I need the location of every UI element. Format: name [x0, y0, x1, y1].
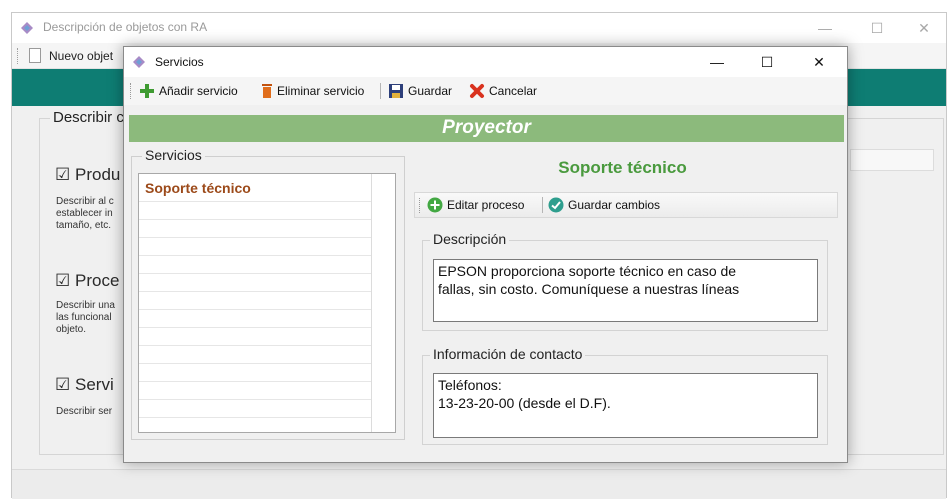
save-label: Guardar	[408, 84, 453, 98]
services-list[interactable]: Soporte técnico	[138, 173, 396, 433]
main-close-button[interactable]: ✕	[901, 13, 947, 43]
cancel-label: Cancelar	[489, 84, 538, 98]
new-document-icon	[29, 48, 41, 63]
toolbar-separator	[380, 83, 381, 99]
main-input-strip[interactable]	[850, 149, 934, 171]
dialog-title-bar: Servicios — ☐ ✕	[124, 47, 847, 77]
new-object-button[interactable]: Nuevo objet	[49, 49, 113, 63]
edit-process-label: Editar proceso	[447, 198, 525, 212]
describe-group-label: Describir c	[50, 109, 127, 126]
add-service-button[interactable]: Añadir servicio	[139, 81, 238, 101]
list-row-empty	[139, 202, 371, 220]
cancel-button[interactable]: Cancelar	[469, 81, 537, 101]
delete-service-button[interactable]: Eliminar servicio	[261, 81, 364, 101]
list-row-empty	[139, 238, 371, 256]
list-row-empty	[139, 310, 371, 328]
list-row-empty	[139, 382, 371, 400]
toolbar-separator	[542, 197, 543, 213]
product-checkbox[interactable]: ☑ Produ	[55, 165, 120, 185]
toolbar-grip[interactable]	[419, 198, 422, 213]
delete-service-label: Eliminar servicio	[277, 84, 365, 98]
save-changes-button[interactable]: Guardar cambios	[548, 195, 660, 215]
plus-icon	[140, 84, 154, 98]
product-label: Produ	[74, 165, 121, 184]
description-textarea[interactable]: EPSON proporciona soporte técnico en cas…	[433, 259, 818, 322]
dialog-toolbar: Añadir servicio Eliminar servicio Guarda…	[124, 77, 847, 105]
services-label: Servi	[74, 375, 114, 394]
contact-textarea[interactable]: Teléfonos: 13-23-20-00 (desde el D.F).	[433, 373, 818, 438]
list-column-divider	[371, 174, 372, 432]
list-row-empty	[139, 256, 371, 274]
main-maximize-button[interactable]: ☐	[854, 13, 900, 43]
dialog-minimize-button[interactable]: —	[694, 47, 740, 77]
list-row-empty	[139, 292, 371, 310]
dialog-title: Servicios	[155, 55, 204, 69]
edit-process-button[interactable]: Editar proceso	[427, 195, 524, 215]
dialog-close-button[interactable]: ✕	[796, 47, 842, 77]
detail-toolbar: Editar proceso Guardar cambios	[414, 192, 838, 218]
dialog-maximize-button[interactable]: ☐	[744, 47, 790, 77]
checkbox-mark: ☑	[55, 271, 71, 290]
service-detail-title: Soporte técnico	[558, 158, 687, 177]
list-row-empty	[139, 418, 371, 432]
floppy-disk-icon	[389, 84, 403, 98]
list-row-empty	[139, 274, 371, 292]
list-row-empty	[139, 328, 371, 346]
services-group-label: Servicios	[142, 147, 205, 163]
service-item-label[interactable]: Soporte técnico	[145, 180, 251, 196]
main-minimize-button[interactable]: —	[802, 13, 848, 43]
list-row-empty	[139, 346, 371, 364]
list-row-empty	[139, 220, 371, 238]
toolbar-grip[interactable]	[130, 83, 133, 99]
checkbox-mark: ☑	[55, 375, 71, 394]
list-row-empty	[139, 400, 371, 418]
services-checkbox[interactable]: ☑ Servi	[55, 375, 114, 395]
process-label: Proce	[74, 271, 120, 290]
checkbox-mark: ☑	[55, 165, 71, 184]
main-window-title: Descripción de objetos con RA	[43, 20, 208, 34]
list-row-empty	[139, 364, 371, 382]
description-label: Descripción	[430, 231, 510, 247]
status-bar	[12, 469, 946, 499]
save-changes-label: Guardar cambios	[568, 198, 661, 212]
plus-circle-icon	[427, 197, 443, 213]
add-service-label: Añadir servicio	[159, 84, 238, 98]
toolbar-grip[interactable]	[17, 48, 20, 64]
contact-label: Información de contacto	[430, 346, 586, 362]
app-logo-icon	[133, 56, 145, 68]
process-checkbox[interactable]: ☑ Proce	[55, 271, 119, 291]
trash-icon	[262, 84, 272, 98]
x-icon	[470, 84, 484, 98]
save-button[interactable]: Guardar	[388, 81, 452, 101]
object-name: Proyector	[442, 117, 531, 138]
app-logo-icon	[21, 22, 33, 34]
object-header-band: Proyector	[129, 115, 844, 142]
main-title-bar: Descripción de objetos con RA — ☐ ✕	[12, 13, 946, 43]
check-circle-icon	[548, 197, 564, 213]
services-dialog: Servicios — ☐ ✕ Añadir servicio Eliminar…	[123, 46, 848, 463]
